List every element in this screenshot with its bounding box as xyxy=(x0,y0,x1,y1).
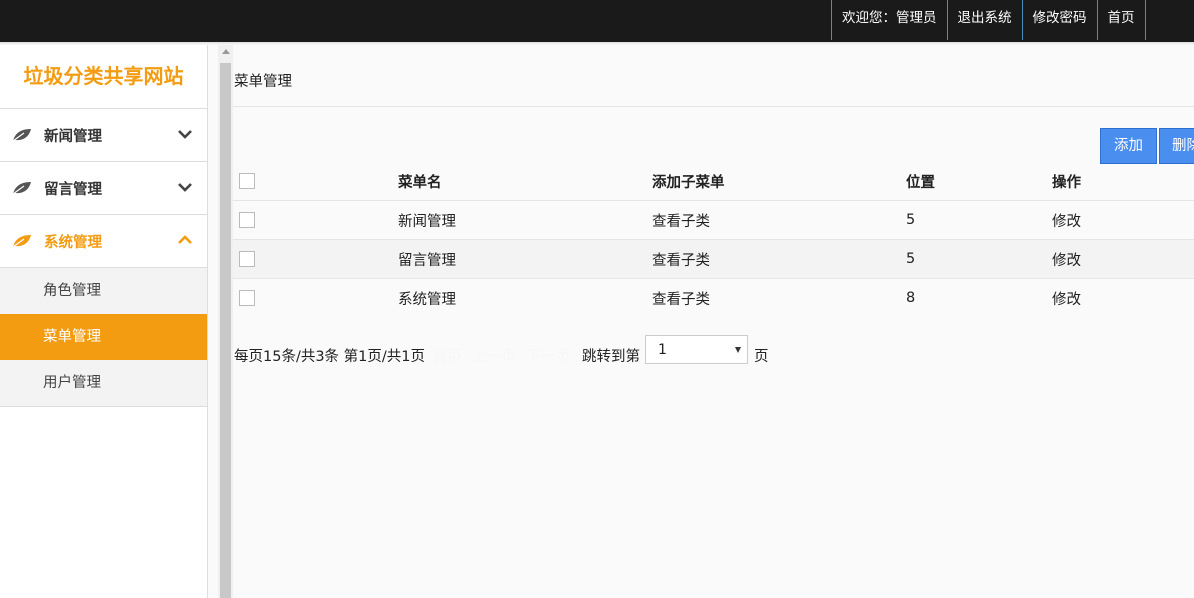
home-link[interactable]: 首页 xyxy=(1096,0,1146,40)
pager: 每页15条/共3条 第1页/共1页 首页 上一页 下一页 尾页 xyxy=(234,345,612,366)
submenu-user[interactable]: 用户管理 xyxy=(0,360,207,407)
table-header: 菜单名 添加子菜单 位置 操作 xyxy=(233,162,1194,201)
view-children-link[interactable]: 查看子类 xyxy=(652,200,906,240)
top-nav: 欢迎您：管理员 退出系统 修改密码 首页 xyxy=(831,0,1146,40)
scroll-thumb[interactable] xyxy=(220,63,231,598)
pager-summary: 每页15条/共3条 第1页/共1页 xyxy=(234,349,426,365)
cell-name: 系统管理 xyxy=(398,278,652,317)
cell-position: 8 xyxy=(906,278,1052,317)
menu-table: 菜单名 添加子菜单 位置 操作 新闻管理 查看子类 5 修改 留言管理 查看子类… xyxy=(233,162,1194,317)
row-checkbox[interactable] xyxy=(239,212,255,228)
add-button[interactable]: 添加 xyxy=(1100,128,1157,164)
top-bar: 欢迎您：管理员 退出系统 修改密码 首页 xyxy=(0,0,1194,42)
menu-label: 新闻管理 xyxy=(44,128,102,145)
table-row: 新闻管理 查看子类 5 修改 xyxy=(233,200,1194,240)
row-checkbox[interactable] xyxy=(239,251,255,267)
cell-name: 新闻管理 xyxy=(398,200,652,240)
cell-position: 5 xyxy=(906,239,1052,279)
site-title: 垃圾分类共享网站 xyxy=(0,45,207,109)
scrollbar[interactable] xyxy=(218,45,233,598)
edit-link[interactable]: 修改 xyxy=(1052,200,1194,240)
menu-label: 系统管理 xyxy=(44,234,102,251)
view-children-link[interactable]: 查看子类 xyxy=(652,239,906,279)
logout-link[interactable]: 退出系统 xyxy=(946,0,1022,40)
first-page-link[interactable]: 首页 xyxy=(433,349,462,365)
column-header: 菜单名 xyxy=(398,174,442,191)
view-children-link[interactable]: 查看子类 xyxy=(652,278,906,317)
breadcrumb: 菜单管理 xyxy=(234,74,292,90)
column-header: 位置 xyxy=(906,174,935,191)
select-all-checkbox[interactable] xyxy=(239,173,255,189)
column-header: 操作 xyxy=(1052,174,1081,191)
menu-messages[interactable]: 留言管理 xyxy=(0,162,207,215)
goto-label: 跳转到第 xyxy=(582,349,640,365)
edit-link[interactable]: 修改 xyxy=(1052,239,1194,279)
prev-page-link[interactable]: 上一页 xyxy=(472,349,516,365)
cell-name: 留言管理 xyxy=(398,239,652,279)
edit-link[interactable]: 修改 xyxy=(1052,278,1194,317)
chevron-up-icon xyxy=(178,235,192,244)
submenu-menu[interactable]: 菜单管理 xyxy=(0,314,207,360)
table-row: 留言管理 查看子类 5 修改 xyxy=(233,239,1194,279)
next-page-link[interactable]: 下一页 xyxy=(526,349,570,365)
leaf-icon xyxy=(12,129,31,142)
cell-position: 5 xyxy=(906,200,1052,240)
sidebar: 垃圾分类共享网站 新闻管理 留言管理 系统管理 角色管理 菜单管理 用户管理 xyxy=(0,45,208,598)
dropdown-arrow-icon xyxy=(735,347,741,353)
page-suffix: 页 xyxy=(754,349,769,365)
divider xyxy=(233,106,1194,107)
welcome-text: 欢迎您：管理员 xyxy=(831,0,947,40)
delete-button[interactable]: 删除 xyxy=(1159,128,1194,164)
page-select-value: 1 xyxy=(658,342,667,358)
change-password-link[interactable]: 修改密码 xyxy=(1021,0,1097,40)
scroll-up-arrow-icon[interactable] xyxy=(222,49,230,54)
table-row: 系统管理 查看子类 8 修改 xyxy=(233,278,1194,317)
menu-news[interactable]: 新闻管理 xyxy=(0,109,207,162)
row-checkbox[interactable] xyxy=(239,290,255,306)
column-header: 添加子菜单 xyxy=(652,174,725,191)
submenu-role[interactable]: 角色管理 xyxy=(0,268,207,314)
chevron-down-icon xyxy=(178,183,192,192)
leaf-icon xyxy=(12,235,31,248)
menu-label: 留言管理 xyxy=(44,181,102,198)
menu-system[interactable]: 系统管理 xyxy=(0,215,207,268)
chevron-down-icon xyxy=(178,130,192,139)
page-select[interactable]: 1 xyxy=(645,335,748,364)
leaf-icon xyxy=(12,182,31,195)
